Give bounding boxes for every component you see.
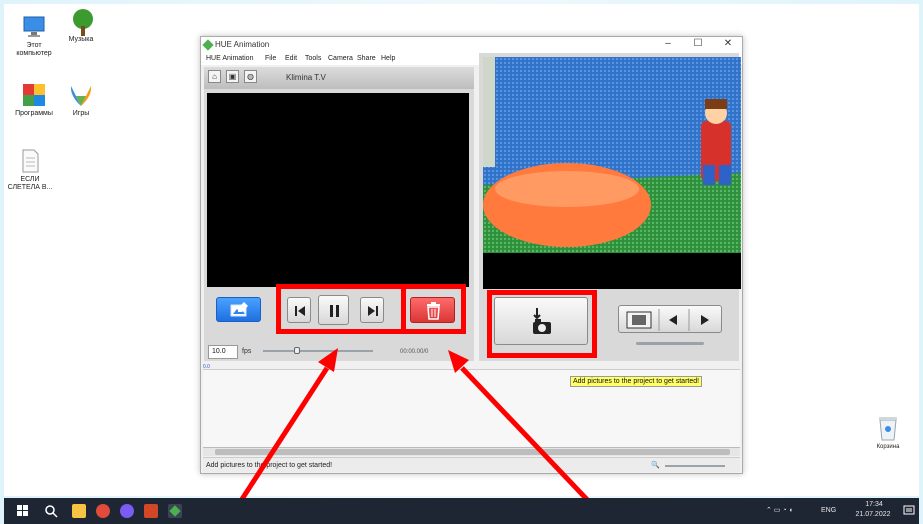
scrollbar-thumb[interactable] xyxy=(215,449,730,455)
windows-start-icon[interactable] xyxy=(16,504,30,518)
highlight-capture xyxy=(487,290,597,358)
onion-skin-slider[interactable] xyxy=(636,342,704,345)
status-bar: Add pictures to the project to get start… xyxy=(203,457,740,472)
desktop-icon-recycle-bin[interactable]: Корзина xyxy=(868,414,908,450)
desktop-icon-games[interactable]: Игры xyxy=(55,82,107,118)
menu-file[interactable]: File xyxy=(265,55,276,62)
file-explorer-icon[interactable] xyxy=(72,504,86,518)
notifications-icon[interactable] xyxy=(902,504,916,518)
import-button[interactable] xyxy=(216,297,261,322)
desktop-icon-computer[interactable]: Этот компьютер xyxy=(8,14,60,58)
import-image-icon xyxy=(230,302,248,317)
computer-icon xyxy=(21,14,47,40)
butterfly-icon xyxy=(68,82,94,108)
close-button[interactable]: ✕ xyxy=(718,38,738,49)
maximize-button[interactable]: ☐ xyxy=(688,38,708,49)
language-indicator[interactable]: ENG xyxy=(821,507,836,515)
status-text: Add pictures to the project to get start… xyxy=(206,462,333,469)
clock-time[interactable]: 17:34 xyxy=(856,501,892,509)
hue-animation-taskbar-icon[interactable] xyxy=(168,504,182,518)
recycle-bin-icon xyxy=(877,414,899,442)
prev-frame-icon xyxy=(669,315,677,325)
desktop-icon-label: Корзина xyxy=(876,444,900,450)
desktop-icon-programs[interactable]: Программы xyxy=(8,82,60,118)
home-icon[interactable]: ⌂ xyxy=(208,70,221,83)
desktop-icon-label: Игры xyxy=(72,110,90,117)
project-toolbar: ⌂ ▣ ◍ Klimina T.V xyxy=(204,67,474,89)
clock-date[interactable]: 21.07.2022 xyxy=(850,511,896,519)
desktop-icon-music[interactable]: Музыка xyxy=(55,8,107,44)
desktop-icon-label: Музыка xyxy=(68,36,94,43)
tree-icon xyxy=(68,8,94,36)
animation-preview xyxy=(207,93,469,287)
window-title: HUE Animation xyxy=(215,40,270,49)
taskbar: ⌃ ▭ ◔ ◖ ENG 17:34 21.07.2022 xyxy=(4,498,919,524)
menu-edit[interactable]: Edit xyxy=(285,55,297,62)
menu-share[interactable]: Share xyxy=(357,55,376,62)
frame-nav-group xyxy=(618,305,722,333)
menu-help[interactable]: Help xyxy=(381,55,395,62)
desktop-icon-label: Этот компьютер xyxy=(16,42,52,57)
save-icon[interactable]: ▣ xyxy=(226,70,239,83)
zoom-slider[interactable] xyxy=(665,465,725,467)
desktop-icon-label: ЕСЛИ СЛЕТЕЛА В... xyxy=(7,176,53,191)
fps-input[interactable]: 10.0 xyxy=(208,345,238,359)
chrome-icon[interactable] xyxy=(96,504,110,518)
system-tray-icons[interactable]: ⌃ ▭ ◔ ◖ xyxy=(766,507,793,515)
speed-slider-handle[interactable] xyxy=(294,347,300,354)
document-icon xyxy=(17,148,43,174)
menu-hue-animation[interactable]: HUE Animation xyxy=(206,55,253,62)
project-name: Klimina T.V xyxy=(286,73,326,82)
powerpoint-icon[interactable] xyxy=(144,504,158,518)
desktop-icon-label: Программы xyxy=(15,110,53,117)
desktop-icon-document[interactable]: ЕСЛИ СЛЕТЕЛА В... xyxy=(4,148,56,192)
minimize-button[interactable]: – xyxy=(658,38,678,49)
title-bar: HUE Animation – ☐ ✕ xyxy=(201,37,742,53)
playback-time: 00:00.00/0 xyxy=(400,349,429,355)
timeline-hint: Add pictures to the project to get start… xyxy=(570,376,703,387)
speed-slider[interactable] xyxy=(263,350,373,352)
menu-tools[interactable]: Tools xyxy=(305,55,321,62)
fps-label: fps xyxy=(242,348,252,355)
next-frame-icon xyxy=(701,315,709,325)
zoom-icon[interactable]: 🔍 xyxy=(651,461,660,469)
search-icon[interactable] xyxy=(44,504,58,518)
timeline-scrollbar[interactable] xyxy=(203,447,740,456)
camera-view xyxy=(483,57,741,289)
viber-icon[interactable] xyxy=(120,504,134,518)
highlight-delete xyxy=(401,284,466,334)
programs-icon xyxy=(21,82,47,108)
app-logo-icon xyxy=(202,39,214,51)
globe-icon[interactable]: ◍ xyxy=(244,70,257,83)
menu-camera[interactable]: Camera xyxy=(328,55,353,62)
